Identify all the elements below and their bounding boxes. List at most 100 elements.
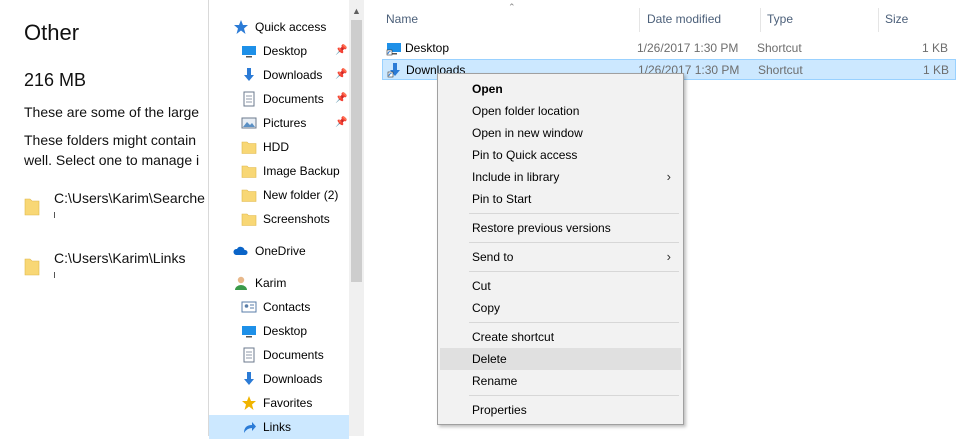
star-icon: [242, 396, 256, 410]
folder-icon: [24, 258, 40, 276]
document-icon: [243, 347, 255, 363]
file-size: 1 KB: [922, 41, 949, 55]
nav-label: Links: [263, 420, 292, 434]
menu-separator: [469, 395, 679, 396]
storage-size: 216 MB: [24, 70, 87, 90]
column-divider[interactable]: [639, 8, 640, 32]
nav-label: Karim: [255, 276, 287, 290]
menu-separator: [469, 271, 679, 272]
nav-scrollbar[interactable]: ▲: [349, 0, 364, 436]
menu-item-open-folder-location[interactable]: Open folder location: [440, 100, 681, 122]
folder-icon: [241, 165, 257, 178]
nav-label: Documents: [263, 92, 324, 106]
nav-label: Pictures: [263, 116, 307, 130]
nav-hdd[interactable]: HDD: [209, 135, 349, 159]
file-name: Desktop: [405, 41, 450, 55]
nav-documents[interactable]: Documents 📌: [209, 87, 349, 111]
desktop-icon: [242, 326, 256, 338]
description-text: These are some of the large: [24, 104, 200, 120]
menu-item-cut[interactable]: Cut: [440, 275, 681, 297]
nav-onedrive[interactable]: OneDrive: [209, 239, 349, 263]
nav-links[interactable]: Links: [209, 415, 349, 439]
nav-label: Desktop: [263, 324, 308, 338]
context-menu: Open Open folder location Open in new wi…: [437, 73, 684, 425]
nav-pictures[interactable]: Pictures 📌: [209, 111, 349, 135]
nav-user-karim[interactable]: Karim: [209, 271, 349, 295]
scroll-up-arrow-icon[interactable]: ▲: [349, 4, 364, 18]
nav-quick-access[interactable]: Quick access: [209, 15, 349, 39]
nav-label: Downloads: [263, 372, 323, 386]
nav-label: Desktop: [263, 44, 308, 58]
menu-item-include-library[interactable]: Include in library ›: [440, 166, 681, 188]
folder-item[interactable]: C:\Users\Karim\Searche: [24, 190, 210, 230]
nav-screenshots[interactable]: Screenshots: [209, 207, 349, 231]
nav-label: Quick access: [255, 20, 327, 34]
nav-downloads-2[interactable]: Downloads: [209, 367, 349, 391]
menu-item-properties[interactable]: Properties: [440, 399, 681, 421]
menu-item-rename[interactable]: Rename: [440, 370, 681, 392]
menu-item-label: Send to: [472, 250, 514, 264]
nav-contacts[interactable]: Contacts: [209, 295, 349, 319]
contacts-icon: [241, 301, 257, 313]
desktop-icon: [242, 46, 256, 58]
column-header-name[interactable]: Name: [380, 8, 640, 30]
pin-icon[interactable]: 📌: [335, 93, 347, 104]
pin-icon[interactable]: 📌: [335, 117, 347, 128]
cloud-icon: [233, 246, 248, 255]
folder-icon: [241, 213, 257, 226]
file-type: Shortcut: [757, 41, 802, 55]
nav-label: New folder (2): [263, 188, 339, 202]
menu-item-pin-quick-access[interactable]: Pin to Quick access: [440, 144, 681, 166]
menu-item-restore-versions[interactable]: Restore previous versions: [440, 217, 681, 239]
folder-item[interactable]: C:\Users\Karim\Links: [24, 250, 210, 290]
file-type: Shortcut: [758, 63, 803, 77]
pin-icon[interactable]: 📌: [335, 45, 347, 56]
submenu-arrow-icon: ›: [666, 249, 671, 264]
nav-label: HDD: [263, 140, 289, 154]
column-header-date[interactable]: Date modified: [641, 8, 761, 30]
submenu-arrow-icon: ›: [666, 169, 671, 184]
folder-path: C:\Users\Karim\Searche: [54, 190, 205, 206]
menu-separator: [469, 213, 679, 214]
menu-item-label: Include in library: [472, 170, 560, 184]
menu-item-copy[interactable]: Copy: [440, 297, 681, 319]
desktop-shortcut-icon: [386, 43, 401, 56]
folder-icon: [241, 189, 257, 202]
nav-label: Contacts: [263, 300, 311, 314]
nav-label: Favorites: [263, 396, 313, 410]
column-header-size[interactable]: Size: [879, 8, 959, 30]
nav-desktop-2[interactable]: Desktop: [209, 319, 349, 343]
nav-desktop[interactable]: Desktop 📌: [209, 39, 349, 63]
nav-label: Screenshots: [263, 212, 330, 226]
file-date: 1/26/2017 1:30 PM: [637, 41, 739, 55]
navigation-pane: Quick access Desktop 📌 Downloads 📌 Docum…: [209, 0, 364, 439]
menu-separator: [469, 322, 679, 323]
menu-item-delete[interactable]: Delete: [440, 348, 681, 370]
menu-item-create-shortcut[interactable]: Create shortcut: [440, 326, 681, 348]
nav-label: OneDrive: [255, 244, 306, 258]
menu-item-send-to[interactable]: Send to ›: [440, 246, 681, 268]
file-size: 1 KB: [923, 63, 950, 77]
document-icon: [243, 91, 255, 107]
nav-image-backup[interactable]: Image Backup: [209, 159, 349, 183]
pin-icon[interactable]: 📌: [335, 69, 347, 80]
column-header-type[interactable]: Type: [761, 8, 879, 30]
menu-item-pin-start[interactable]: Pin to Start: [440, 188, 681, 210]
download-arrow-icon: [244, 372, 254, 385]
file-row-desktop[interactable]: Desktop 1/26/2017 1:30 PM Shortcut 1 KB: [382, 38, 956, 59]
nav-documents-2[interactable]: Documents: [209, 343, 349, 367]
star-icon: [234, 20, 248, 34]
nav-downloads[interactable]: Downloads 📌: [209, 63, 349, 87]
nav-label: Image Backup: [263, 164, 340, 178]
nav-new-folder-2[interactable]: New folder (2): [209, 183, 349, 207]
nav-label: Documents: [263, 348, 324, 362]
scrollbar-thumb[interactable]: [351, 20, 362, 282]
menu-item-open-new-window[interactable]: Open in new window: [440, 122, 681, 144]
menu-item-open[interactable]: Open: [440, 78, 681, 100]
download-arrow-icon: [244, 68, 254, 81]
description-text-2: These folders might contain: [24, 132, 196, 148]
nav-favorites[interactable]: Favorites: [209, 391, 349, 415]
folder-icon: [241, 141, 257, 154]
page-title: Other: [24, 20, 80, 45]
settings-storage-panel: Other 216 MB These are some of the large…: [0, 0, 210, 436]
